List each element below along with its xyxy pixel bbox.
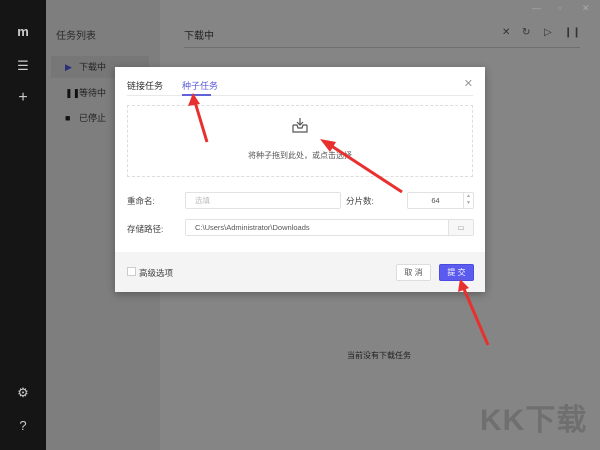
arrow-to-torrent-tab (193, 101, 209, 143)
arrow-to-submit (462, 288, 490, 346)
arrow-to-drop-zone (329, 143, 403, 194)
annotation-arrows (188, 93, 490, 346)
